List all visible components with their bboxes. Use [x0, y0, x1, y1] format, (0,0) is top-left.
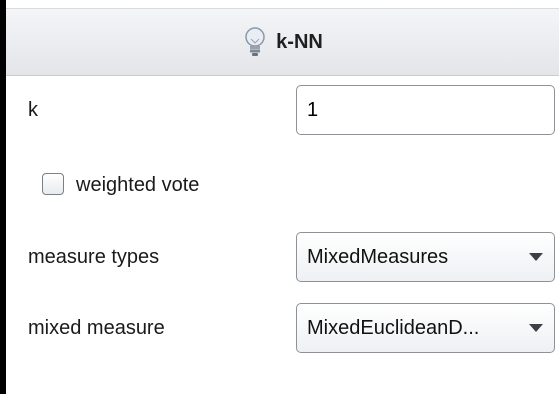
operator-header: k-NN: [6, 8, 559, 76]
weighted-vote-label: weighted vote: [76, 174, 200, 196]
k-input[interactable]: [296, 85, 555, 135]
measure-types-select[interactable]: MixedMeasures: [296, 232, 555, 282]
weighted-vote-checkbox[interactable]: [42, 173, 64, 195]
lightbulb-icon: [245, 27, 265, 56]
mixed-measure-select[interactable]: MixedEuclideanD...: [296, 303, 555, 353]
chevron-down-icon: [529, 253, 543, 261]
measure-types-label: measure types: [28, 246, 160, 268]
operator-title: k-NN: [276, 30, 323, 53]
chevron-down-icon: [529, 324, 543, 332]
measure-types-value: MixedMeasures: [307, 246, 449, 268]
mixed-measure-label: mixed measure: [28, 317, 165, 339]
mixed-measure-value: MixedEuclideanD...: [307, 317, 480, 339]
k-label: k: [28, 99, 38, 121]
